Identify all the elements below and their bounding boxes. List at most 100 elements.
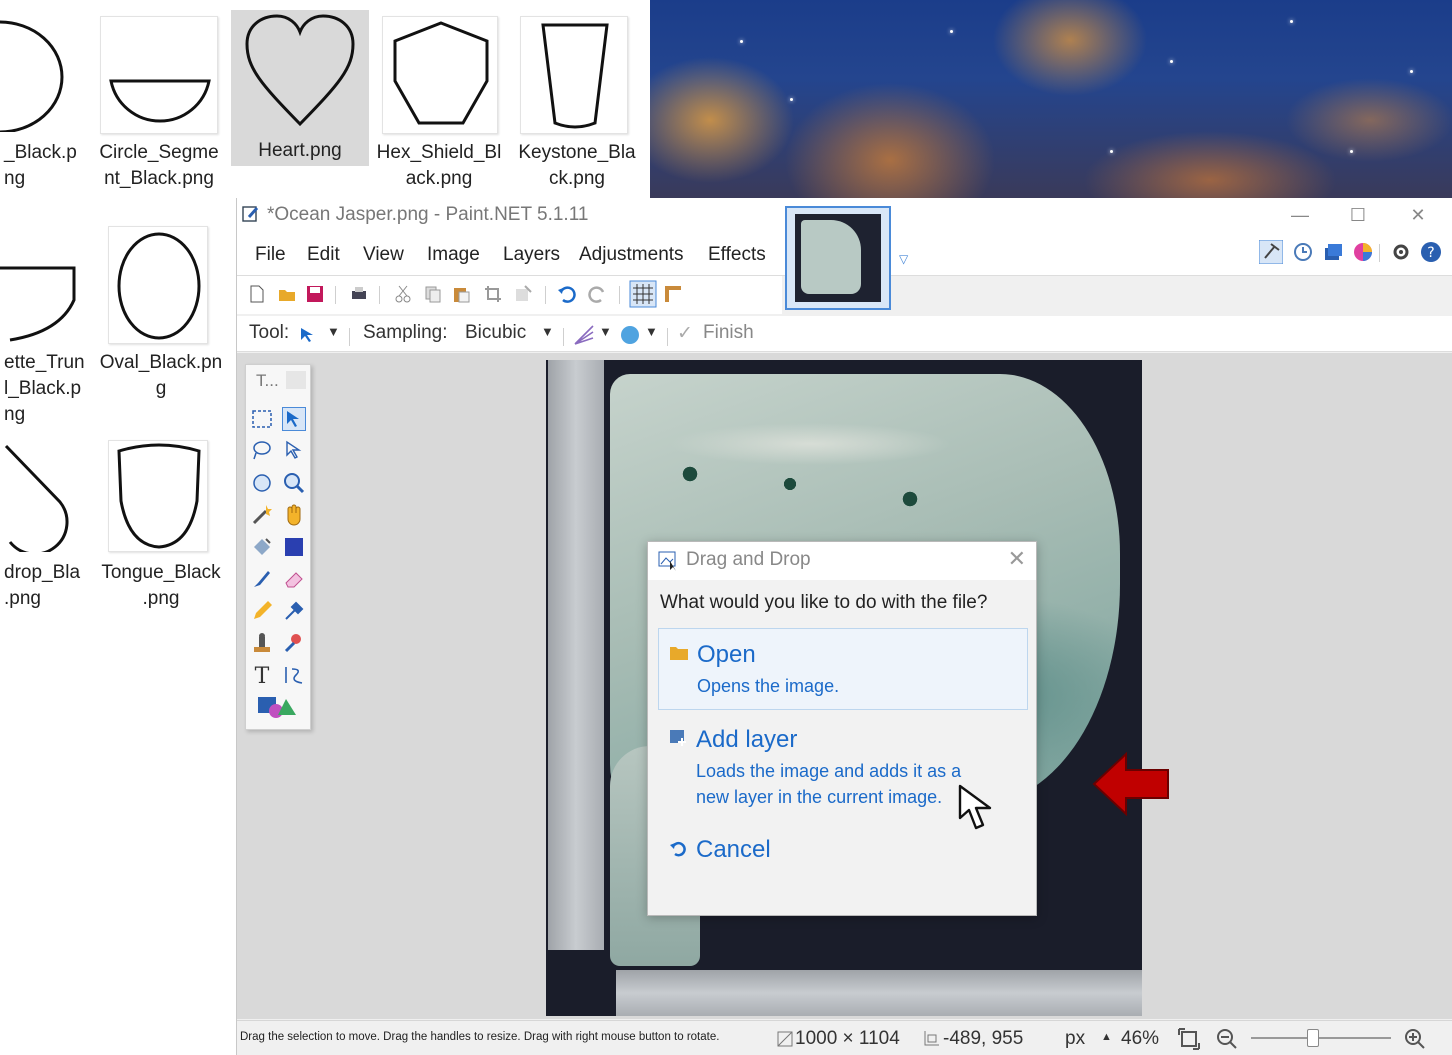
text-tool-icon[interactable]: T (250, 663, 274, 687)
menu-edit[interactable]: Edit (307, 244, 340, 266)
copy-icon[interactable] (423, 284, 443, 304)
menu-file[interactable]: File (255, 244, 286, 266)
menu-image[interactable]: Image (427, 244, 480, 266)
magic-wand-icon[interactable] (250, 503, 274, 527)
image-list-dropdown-icon[interactable]: ▽ (899, 252, 908, 266)
file-keystone[interactable]: Keystone_Bla ck.png (512, 8, 642, 198)
cut-icon[interactable] (393, 284, 413, 304)
redo-icon[interactable] (587, 284, 607, 304)
ruler-in-photo-horizontal (616, 970, 1142, 1016)
open-option[interactable]: Open Opens the image. (658, 628, 1028, 710)
file-label: Keystone_Bla ck.png (518, 142, 636, 189)
file-label: Heart.png (258, 140, 342, 161)
status-message: Drag the selection to move. Drag the han… (240, 1031, 720, 1043)
layers-panel-icon[interactable] (1321, 240, 1345, 264)
blend-mode-icon[interactable] (619, 324, 641, 346)
rulers-icon[interactable] (663, 284, 683, 304)
menu-adjustments[interactable]: Adjustments (579, 244, 684, 266)
zoom-icon[interactable] (282, 471, 306, 495)
zoom-slider-track[interactable] (1251, 1037, 1391, 1039)
file-label: ette_Trun l_Black.p ng (4, 352, 85, 425)
menu-bar: File Edit View Image Layers Adjustments … (237, 238, 782, 274)
gradient-icon[interactable] (282, 535, 306, 559)
move-selection-tool-icon[interactable] (299, 326, 317, 344)
zoom-to-window-icon[interactable] (1177, 1027, 1201, 1051)
help-icon[interactable]: ? (1419, 240, 1443, 264)
shapes-icon[interactable] (256, 695, 300, 719)
tool-options-bar: Tool: ▼ Sampling: Bicubic ▼ ▼ ▼ ✓ Finish (237, 316, 1452, 352)
pan-hand-icon[interactable] (282, 503, 306, 527)
paint-bucket-icon[interactable] (250, 535, 274, 559)
zoom-level[interactable]: 46% (1121, 1028, 1159, 1050)
file-oval[interactable]: Oval_Black.pn g (96, 222, 226, 412)
menu-layers[interactable]: Layers (503, 244, 560, 266)
zoom-out-icon[interactable] (1215, 1027, 1239, 1051)
menu-view[interactable]: View (363, 244, 404, 266)
undo-icon (670, 841, 686, 857)
antialiasing-icon[interactable] (573, 324, 595, 346)
paintbrush-icon[interactable] (250, 567, 274, 591)
ellipse-select-icon[interactable] (250, 471, 274, 495)
lasso-select-icon[interactable] (250, 439, 274, 463)
file-circle-segment[interactable]: Circle_Segme nt_Black.png (95, 8, 223, 198)
eraser-icon[interactable] (282, 567, 306, 591)
colors-panel-icon[interactable] (1351, 240, 1375, 264)
file-tongue[interactable]: Tongue_Black .png (96, 436, 226, 616)
new-file-icon[interactable] (247, 284, 267, 304)
dialog-title-bar[interactable]: Drag and Drop ✕ (648, 542, 1036, 580)
add-layer-label: Add layer (696, 726, 798, 753)
pencil-icon[interactable] (250, 599, 274, 623)
image-size-icon (777, 1031, 793, 1047)
red-arrow-annotation-icon (1092, 752, 1169, 816)
recolor-icon[interactable] (282, 631, 306, 655)
move-selection-icon[interactable] (282, 439, 306, 463)
file-rosette-truncated[interactable]: ette_Trun l_Black.p ng (0, 222, 90, 432)
maximize-button[interactable]: ☐ (1343, 202, 1373, 228)
move-selected-pixels-icon[interactable] (282, 407, 306, 431)
undo-icon[interactable] (557, 284, 577, 304)
sampling-select[interactable]: Bicubic (465, 322, 526, 344)
line-curve-icon[interactable] (282, 663, 306, 687)
blend-mode-dropdown-icon[interactable]: ▼ (645, 324, 658, 339)
tools-palette-title: T... (256, 371, 279, 390)
tools-panel-icon[interactable] (1259, 240, 1283, 264)
zoom-slider-handle[interactable] (1307, 1029, 1319, 1047)
shape-thumbnail (0, 20, 64, 134)
settings-gear-icon[interactable] (1389, 240, 1413, 264)
pixel-grid-icon[interactable] (629, 280, 657, 308)
shape-thumbnail (109, 79, 211, 123)
paintnet-app-icon (242, 206, 259, 222)
cancel-option[interactable]: Cancel (658, 832, 1028, 876)
tool-dropdown-arrow-icon[interactable]: ▼ (327, 324, 340, 339)
image-size: 1000 × 1104 (795, 1028, 900, 1049)
shape-thumbnail (393, 21, 489, 125)
menu-effects[interactable]: Effects (708, 244, 766, 266)
history-panel-icon[interactable] (1291, 240, 1315, 264)
dialog-close-button[interactable]: ✕ (1008, 546, 1026, 572)
rectangle-select-icon[interactable] (250, 407, 274, 431)
color-picker-icon[interactable] (282, 599, 306, 623)
save-icon[interactable] (305, 284, 325, 304)
file-heart[interactable]: Heart.png (231, 10, 369, 166)
file-teardrop[interactable]: drop_Bla .png (0, 436, 90, 616)
zoom-in-icon[interactable] (1403, 1027, 1427, 1051)
open-label: Open (697, 641, 756, 668)
document-thumbnail-tab[interactable] (785, 206, 891, 310)
sampling-dropdown-arrow-icon[interactable]: ▼ (541, 324, 554, 339)
clone-stamp-icon[interactable] (250, 631, 274, 655)
crop-icon[interactable] (483, 284, 503, 304)
antialiasing-dropdown-icon[interactable]: ▼ (599, 324, 612, 339)
open-folder-icon[interactable] (277, 284, 297, 304)
units-dropdown-icon[interactable]: ▲ (1101, 1031, 1112, 1043)
minimize-button[interactable]: — (1285, 202, 1315, 228)
window-panel-icons: ? (1259, 240, 1441, 266)
deselect-icon[interactable] (513, 284, 533, 304)
file-partial-black[interactable]: _Black.p ng (0, 8, 90, 198)
units-select[interactable]: px (1065, 1028, 1085, 1050)
paste-icon[interactable] (451, 284, 471, 304)
close-button[interactable]: ✕ (1403, 202, 1433, 228)
file-hex-shield[interactable]: Hex_Shield_Bl ack.png (374, 8, 504, 198)
print-icon[interactable] (349, 284, 369, 304)
finish-button[interactable]: Finish (703, 322, 754, 344)
tools-palette-close-icon[interactable] (286, 371, 306, 389)
